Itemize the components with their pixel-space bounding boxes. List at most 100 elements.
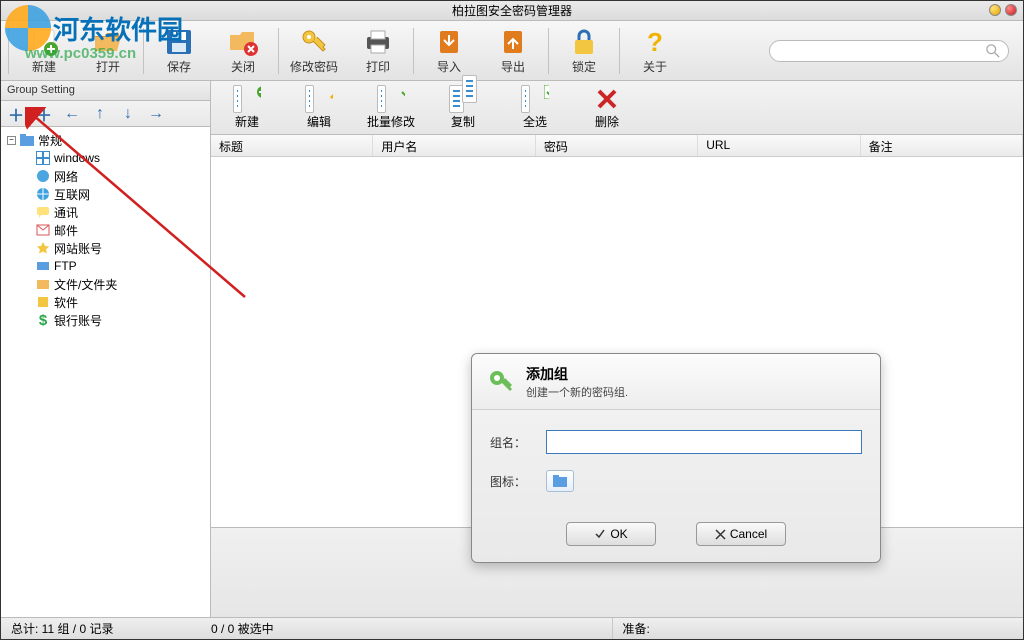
col-title[interactable]: 标题 xyxy=(211,135,373,156)
col-url[interactable]: URL xyxy=(698,135,860,156)
chat-icon xyxy=(35,204,51,220)
windows-icon xyxy=(35,150,51,166)
main-toolbar: 新建 打开 保存 关闭 修改密码 打印 导入 导出 锁定 ? 关于 xyxy=(1,21,1023,81)
group-sidebar: Group Setting ＋ ＋ ← ↑ ↓ → − 常规 windows 网… xyxy=(1,81,211,617)
network-icon xyxy=(35,168,51,184)
files-icon xyxy=(35,276,51,292)
sheet-add-icon xyxy=(233,85,261,113)
move-left-button[interactable]: ← xyxy=(63,105,81,123)
search-input[interactable] xyxy=(778,44,986,58)
help-icon: ? xyxy=(639,26,671,58)
move-down-button[interactable]: ↓ xyxy=(119,105,137,123)
title-bar: 柏拉图安全密码管理器 xyxy=(1,1,1023,21)
dialog-title: 添加组 xyxy=(526,364,628,384)
col-note[interactable]: 备注 xyxy=(861,135,1023,156)
tree-item[interactable]: 网络 xyxy=(5,167,206,185)
tree-item[interactable]: 网站账号 xyxy=(5,239,206,257)
open-button[interactable]: 打开 xyxy=(76,24,140,78)
status-bar: 总计: 11 组 / 0 记录 0 / 0 被选中 准备: xyxy=(1,617,1023,639)
globe-icon xyxy=(35,186,51,202)
folder-icon xyxy=(19,132,35,148)
lock-icon xyxy=(568,26,600,58)
record-toolbar: 新建 编辑 批量修改 复制 全选 删除 xyxy=(211,81,1023,135)
window-title: 柏拉图安全密码管理器 xyxy=(452,2,572,19)
batch-edit-button[interactable]: 批量修改 xyxy=(355,83,427,133)
dollar-icon: $ xyxy=(35,312,51,328)
status-total: 总计: 11 组 / 0 记录 xyxy=(1,618,201,639)
move-up-button[interactable]: ↑ xyxy=(91,105,109,123)
new-button[interactable]: 新建 xyxy=(12,24,76,78)
select-all-button[interactable]: 全选 xyxy=(499,83,571,133)
close-file-button[interactable]: 关闭 xyxy=(211,24,275,78)
tree-item[interactable]: 通讯 xyxy=(5,203,206,221)
delete-icon xyxy=(593,85,621,113)
collapse-icon[interactable]: − xyxy=(7,136,16,145)
search-box[interactable] xyxy=(769,40,1009,62)
group-setting-header: Group Setting xyxy=(1,81,210,101)
cancel-button[interactable]: Cancel xyxy=(696,522,786,546)
group-name-input[interactable] xyxy=(546,430,862,454)
column-headers: 标题 用户名 密码 URL 备注 xyxy=(211,135,1023,157)
lock-button[interactable]: 锁定 xyxy=(552,24,616,78)
col-password[interactable]: 密码 xyxy=(536,135,698,156)
search-icon xyxy=(986,44,1000,58)
mail-icon xyxy=(35,222,51,238)
group-tree[interactable]: − 常规 windows 网络 互联网 通讯 邮件 网站账号 FTP 文件/文件… xyxy=(1,127,210,617)
ok-button[interactable]: OK xyxy=(566,522,656,546)
edit-record-button[interactable]: 编辑 xyxy=(283,83,355,133)
tree-item[interactable]: 邮件 xyxy=(5,221,206,239)
tree-item[interactable]: windows xyxy=(5,149,206,167)
print-button[interactable]: 打印 xyxy=(346,24,410,78)
copy-record-button[interactable]: 复制 xyxy=(427,83,499,133)
save-icon xyxy=(163,26,195,58)
status-ready: 准备: xyxy=(613,618,1024,639)
sheet-check-icon xyxy=(521,85,549,113)
folder-close-icon xyxy=(227,26,259,58)
tree-item[interactable]: 互联网 xyxy=(5,185,206,203)
main-panel: 新建 编辑 批量修改 复制 全选 删除 标题 用户名 密码 URL 备注 添加组… xyxy=(211,81,1023,617)
group-name-label: 组名： xyxy=(490,434,534,451)
star-icon xyxy=(35,240,51,256)
new-record-button[interactable]: 新建 xyxy=(211,83,283,133)
status-selected: 0 / 0 被选中 xyxy=(201,618,613,639)
about-button[interactable]: ? 关于 xyxy=(623,24,687,78)
dialog-subtitle: 创建一个新的密码组. xyxy=(526,384,628,400)
tree-item[interactable]: FTP xyxy=(5,257,206,275)
svg-text:?: ? xyxy=(647,27,663,57)
sheet-edit-icon xyxy=(305,85,333,113)
add-group-dialog: 添加组 创建一个新的密码组. 组名： 图标： OK C xyxy=(471,353,881,563)
import-button[interactable]: 导入 xyxy=(417,24,481,78)
move-right-button[interactable]: → xyxy=(147,105,165,123)
software-icon xyxy=(35,294,51,310)
delete-record-button[interactable]: 删除 xyxy=(571,83,643,133)
change-password-button[interactable]: 修改密码 xyxy=(282,24,346,78)
tree-root[interactable]: − 常规 xyxy=(5,131,206,149)
key-icon xyxy=(298,26,330,58)
icon-label: 图标： xyxy=(490,473,534,490)
folder-icon xyxy=(552,474,568,488)
save-button[interactable]: 保存 xyxy=(147,24,211,78)
tree-item[interactable]: $银行账号 xyxy=(5,311,206,329)
tree-item[interactable]: 软件 xyxy=(5,293,206,311)
x-icon xyxy=(715,529,726,540)
new-file-icon xyxy=(28,26,60,58)
printer-icon xyxy=(362,26,394,58)
tree-item[interactable]: 文件/文件夹 xyxy=(5,275,206,293)
sheet-batch-icon xyxy=(377,85,405,113)
choose-icon-button[interactable] xyxy=(546,470,574,492)
close-window-button[interactable] xyxy=(1005,4,1017,16)
minimize-button[interactable] xyxy=(989,4,1001,16)
ftp-icon xyxy=(35,258,51,274)
sheet-copy-icon xyxy=(449,85,477,113)
col-user[interactable]: 用户名 xyxy=(373,135,535,156)
key-icon xyxy=(486,367,516,397)
import-icon xyxy=(433,26,465,58)
folder-open-icon xyxy=(92,26,124,58)
group-tools: ＋ ＋ ← ↑ ↓ → xyxy=(1,101,210,127)
add-group-button[interactable]: ＋ xyxy=(7,105,25,123)
record-list[interactable]: 添加组 创建一个新的密码组. 组名： 图标： OK C xyxy=(211,157,1023,527)
export-button[interactable]: 导出 xyxy=(481,24,545,78)
check-icon xyxy=(594,528,606,540)
export-icon xyxy=(497,26,529,58)
add-subgroup-button[interactable]: ＋ xyxy=(35,105,53,123)
